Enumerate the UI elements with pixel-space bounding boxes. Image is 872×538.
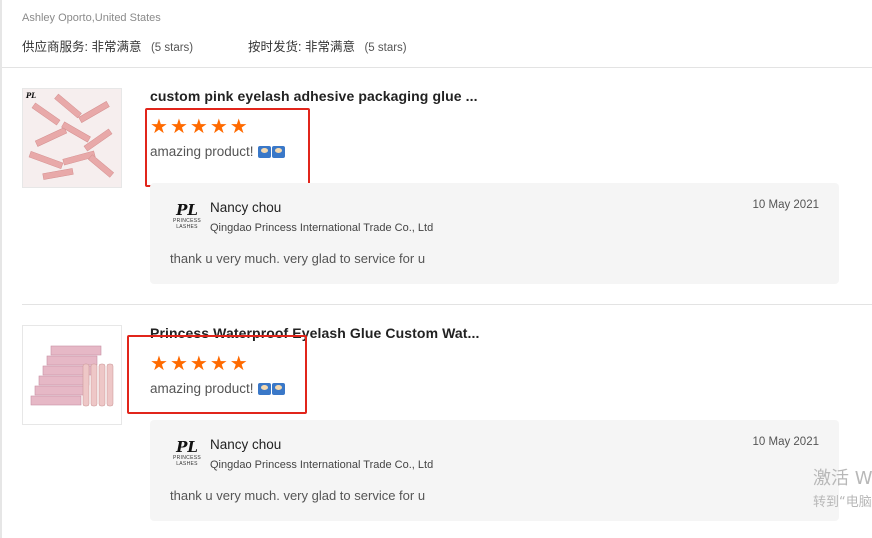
seller-logo: PL PRINCESS LASHES — [172, 203, 202, 235]
product-thumbnail[interactable]: PL — [22, 88, 122, 188]
reply-date: 10 May 2021 — [752, 199, 820, 211]
star-icon: ★ — [169, 116, 188, 138]
divider — [2, 67, 872, 68]
svg-text:PL: PL — [25, 91, 36, 100]
seller-logo-sub: PRINCESS LASHES — [173, 218, 201, 230]
seller-logo-sub: PRINCESS LASHES — [173, 455, 201, 467]
eyelash-glue-boxes-image — [23, 326, 121, 424]
seller-logo-mark: PL — [176, 201, 198, 219]
product-thumbnail[interactable] — [22, 325, 122, 425]
review-comment: amazing product! — [150, 144, 285, 159]
supplier-service-label: 供应商服务: — [22, 40, 88, 54]
supplier-service-value: 非常满意 — [91, 40, 142, 54]
review-comment-text: amazing product! — [150, 381, 254, 396]
shipping-value: 非常满意 — [304, 40, 355, 54]
supplier-service-note: (5 stars) — [150, 42, 194, 54]
reply-text: thank u very much. very glad to service … — [170, 251, 426, 266]
star-icon: ★ — [169, 353, 188, 375]
star-icon: ★ — [209, 353, 228, 375]
star-icon: ★ — [229, 116, 248, 138]
emoji-icon — [257, 145, 285, 158]
seller-reply: PL PRINCESS LASHES Nancy chou Qingdao Pr… — [150, 420, 839, 521]
shipping-label: 按时发货: — [248, 40, 302, 54]
supplier-service-rating: 供应商服务: 非常满意 (5 stars) — [22, 36, 193, 55]
star-icon: ★ — [189, 353, 208, 375]
pink-glue-tubes-image: PL — [23, 89, 121, 187]
divider — [22, 304, 872, 305]
shipping-rating: 按时发货: 非常满意 (5 stars) — [248, 36, 407, 55]
product-title[interactable]: custom pink eyelash adhesive packaging g… — [150, 88, 478, 104]
star-icon: ★ — [150, 353, 168, 375]
windows-activation-watermark: 激活 W — [813, 468, 872, 489]
seller-logo-mark: PL — [176, 438, 198, 456]
star-rating: ★ ★ ★ ★ ★ — [150, 117, 248, 137]
reply-text: thank u very much. very glad to service … — [170, 488, 426, 503]
seller-name: Nancy chou — [210, 437, 282, 452]
shipping-note: (5 stars) — [364, 42, 407, 54]
seller-reply: PL PRINCESS LASHES Nancy chou Qingdao Pr… — [150, 183, 839, 284]
review-comment: amazing product! — [150, 381, 285, 396]
seller-company[interactable]: Qingdao Princess International Trade Co.… — [210, 459, 433, 471]
star-icon: ★ — [150, 116, 168, 138]
seller-logo: PL PRINCESS LASHES — [172, 440, 202, 472]
star-rating: ★ ★ ★ ★ ★ — [150, 354, 248, 374]
emoji-icon — [257, 382, 285, 395]
left-border — [0, 0, 2, 538]
star-icon: ★ — [189, 116, 208, 138]
star-icon: ★ — [229, 353, 248, 375]
review-comment-text: amazing product! — [150, 144, 254, 159]
seller-company[interactable]: Qingdao Princess International Trade Co.… — [210, 222, 433, 234]
windows-activation-watermark-sub: 转到“电脑 — [813, 495, 872, 510]
seller-name: Nancy chou — [210, 200, 282, 215]
reviewer-name-country: Ashley Oporto,United States — [22, 12, 161, 24]
reply-date: 10 May 2021 — [752, 436, 820, 448]
star-icon: ★ — [209, 116, 228, 138]
